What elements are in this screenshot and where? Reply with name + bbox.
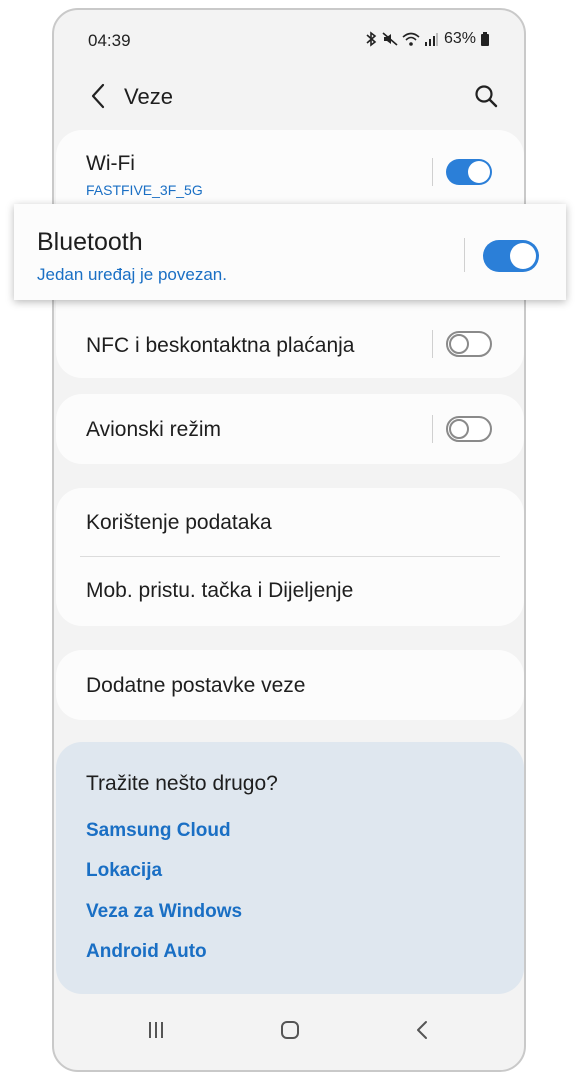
signal-icon (424, 31, 438, 47)
back-button[interactable] (78, 78, 118, 118)
status-time: 04:39 (88, 31, 131, 50)
airplane-card: Avionski režim (56, 394, 524, 464)
wifi-label: Wi-Fi (86, 152, 135, 175)
status-icons: 63% (364, 30, 490, 48)
suggestion-link-samsung-cloud[interactable]: Samsung Cloud (86, 820, 231, 842)
mute-icon (382, 31, 398, 47)
recents-icon (146, 1020, 166, 1045)
bluetooth-status: Jedan uređaj je povezan. (37, 265, 227, 284)
data-usage-label: Korištenje podataka (86, 511, 272, 534)
divider (432, 415, 433, 443)
back-icon (415, 1020, 429, 1045)
more-settings-label: Dodatne postavke veze (86, 674, 306, 697)
bluetooth-toggle[interactable] (483, 240, 539, 272)
nfc-label: NFC i beskontaktna plaćanja (86, 334, 355, 357)
more-settings-card: Dodatne postavke veze (56, 650, 524, 720)
hotspot-row[interactable]: Mob. pristu. tačka i Dijeljenje (56, 557, 524, 626)
chevron-left-icon (90, 83, 106, 114)
data-usage-row[interactable]: Korištenje podataka (56, 488, 524, 556)
phone-frame: 04:39 63% Veze Wi-Fi FASTFIVE_3F_5G NFC … (52, 8, 526, 1072)
divider (432, 158, 433, 186)
more-settings-row[interactable]: Dodatne postavke veze (56, 650, 524, 720)
status-bar: 04:39 63% (54, 10, 524, 70)
system-back-button[interactable] (400, 1014, 444, 1050)
hotspot-label: Mob. pristu. tačka i Dijeljenje (86, 579, 354, 602)
data-card: Korištenje podataka Mob. pristu. tačka i… (56, 488, 524, 626)
navigation-bar (54, 1006, 524, 1058)
bluetooth-label: Bluetooth (37, 228, 143, 256)
home-icon (280, 1020, 300, 1045)
toggle-knob (449, 334, 469, 354)
page-title: Veze (124, 84, 173, 109)
suggestions-card: Tražite nešto drugo? Samsung Cloud Lokac… (56, 742, 524, 994)
toggle-knob (510, 243, 536, 269)
nfc-row[interactable]: NFC i beskontaktna plaćanja (56, 302, 524, 378)
search-button[interactable] (466, 78, 506, 118)
bluetooth-row[interactable]: Bluetooth Jedan uređaj je povezan. (14, 204, 566, 300)
suggestion-link-location[interactable]: Lokacija (86, 860, 162, 882)
airplane-label: Avionski režim (86, 418, 221, 441)
toggle-knob (468, 161, 490, 183)
bluetooth-icon (364, 31, 378, 47)
battery-icon (480, 31, 490, 47)
home-button[interactable] (268, 1014, 312, 1050)
wifi-icon (402, 31, 420, 47)
wifi-row[interactable]: Wi-Fi FASTFIVE_3F_5G (56, 130, 524, 210)
wifi-network-name: FASTFIVE_3F_5G (86, 182, 203, 198)
toggle-knob (449, 419, 469, 439)
wifi-toggle[interactable] (446, 159, 492, 185)
battery-percent: 63% (443, 30, 476, 47)
divider (464, 238, 465, 272)
divider (432, 330, 433, 358)
suggestion-link-link-to-windows[interactable]: Veza za Windows (86, 901, 242, 923)
search-icon (474, 84, 498, 113)
suggestion-link-android-auto[interactable]: Android Auto (86, 941, 207, 963)
airplane-toggle[interactable] (446, 416, 492, 442)
airplane-row[interactable]: Avionski režim (56, 394, 524, 464)
app-bar: Veze (54, 70, 524, 126)
nfc-toggle[interactable] (446, 331, 492, 357)
recents-button[interactable] (134, 1014, 178, 1050)
suggestions-title: Tražite nešto drugo? (86, 772, 278, 795)
